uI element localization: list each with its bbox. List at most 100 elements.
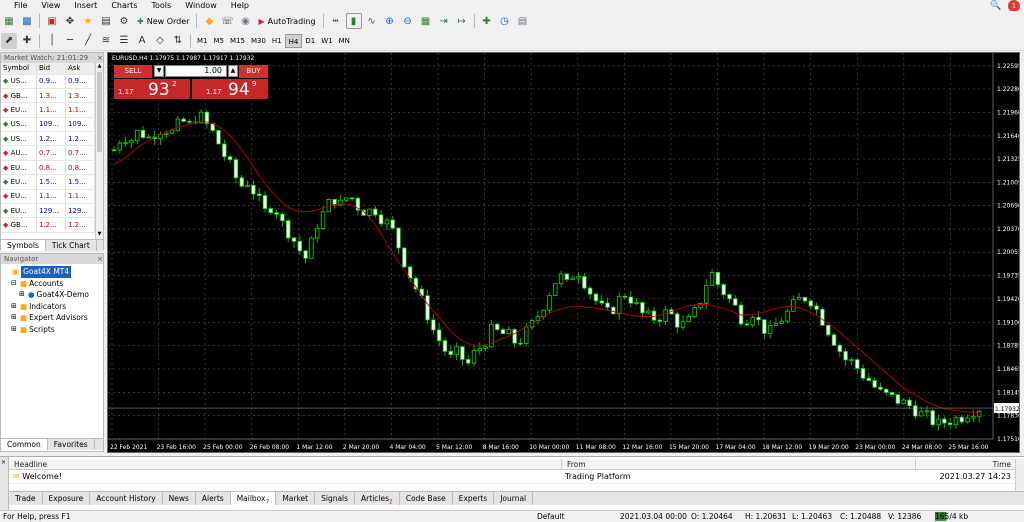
expand-icon[interactable]: ⊞ bbox=[11, 324, 20, 336]
buy-button[interactable]: BUY bbox=[239, 65, 268, 78]
menu-window[interactable]: Window bbox=[178, 0, 224, 11]
line-chart-icon[interactable]: ∿ bbox=[364, 13, 380, 29]
expand-icon[interactable]: ⊟ bbox=[11, 278, 20, 290]
metaeditor-icon[interactable]: ◆ bbox=[201, 13, 217, 29]
market-watch-row[interactable]: ◆ US... 1.2... 1.2... bbox=[1, 131, 95, 147]
col-headline[interactable]: Headline bbox=[9, 459, 561, 469]
tf-mn[interactable]: MN bbox=[336, 34, 353, 48]
arrows-icon[interactable]: ⇅ bbox=[170, 33, 186, 49]
tab-mailbox[interactable]: Mailbox7 bbox=[230, 492, 277, 506]
market-watch-row[interactable]: ◆ EU... 129... 129... bbox=[1, 203, 95, 219]
tab-symbols[interactable]: Symbols bbox=[1, 240, 46, 251]
col-from[interactable]: From bbox=[561, 459, 915, 469]
col-time[interactable]: Time bbox=[915, 459, 1015, 469]
profiles-icon[interactable]: ▩ bbox=[19, 13, 35, 29]
menu-insert[interactable]: Insert bbox=[67, 0, 104, 11]
periods-icon[interactable]: ◷ bbox=[497, 13, 513, 29]
tab-code-base[interactable]: Code Base bbox=[400, 492, 453, 505]
chart-window[interactable]: 1.22595 1.22280 1.21960 1.21640 1.21325 1.210… bbox=[107, 52, 1022, 453]
market-watch-row[interactable]: ◆ EU... 1.5... 1.5... bbox=[1, 174, 95, 190]
lot-up-icon[interactable]: ▲ bbox=[228, 65, 238, 77]
tf-w1[interactable]: W1 bbox=[318, 34, 335, 48]
trendline-icon[interactable]: ╱ bbox=[80, 33, 96, 49]
zoom-in-icon[interactable]: ⊕ bbox=[382, 13, 398, 29]
market-watch-row[interactable]: ◆ AU... 0.7... 0.7... bbox=[1, 145, 95, 161]
lot-size-input[interactable]: 1.00 bbox=[165, 65, 227, 77]
market-icon[interactable]: ◉ bbox=[237, 13, 253, 29]
expand-icon[interactable]: ⊞ bbox=[11, 301, 20, 313]
channel-icon[interactable]: ≋ bbox=[98, 33, 114, 49]
tab-journal[interactable]: Journal bbox=[494, 492, 534, 505]
menu-help[interactable]: Help bbox=[224, 0, 256, 11]
navigator-icon[interactable]: ★ bbox=[80, 13, 96, 29]
mail-row[interactable]: ✉ Welcome! Trading Platform 2021.03.27 1… bbox=[9, 470, 1015, 484]
tab-account-history[interactable]: Account History bbox=[90, 492, 163, 505]
sell-price-box[interactable]: 1.17 93 2 bbox=[114, 79, 190, 100]
market-watch-row[interactable]: ◆ US... 109... 109... bbox=[1, 117, 95, 133]
crosshair-icon[interactable]: ✚ bbox=[19, 33, 35, 49]
market-watch-icon[interactable]: ▣ bbox=[44, 13, 60, 29]
col-bid[interactable]: Bid bbox=[36, 63, 66, 75]
sell-button[interactable]: SELL bbox=[114, 65, 152, 78]
menu-tools[interactable]: Tools bbox=[144, 0, 178, 11]
tab-experts[interactable]: Experts bbox=[453, 492, 495, 505]
candlestick-icon[interactable]: ▮ bbox=[345, 13, 362, 29]
tab-exposure[interactable]: Exposure bbox=[43, 492, 91, 505]
tester-icon[interactable]: ⚙ bbox=[116, 13, 132, 29]
market-watch-row[interactable]: ◆ GB... 1.3... 1.3... bbox=[1, 88, 95, 104]
close-icon[interactable]: × bbox=[97, 53, 103, 63]
tab-market[interactable]: Market bbox=[276, 492, 316, 505]
buy-price-box[interactable]: 1.17 94 9 bbox=[192, 79, 268, 100]
tf-m1[interactable]: M1 bbox=[194, 34, 211, 48]
col-symbol[interactable]: Symbol bbox=[1, 63, 37, 75]
tab-trade[interactable]: Trade bbox=[9, 492, 43, 505]
lot-down-icon[interactable]: ▼ bbox=[154, 65, 164, 77]
new-chart-icon[interactable]: ▦ bbox=[1, 13, 17, 29]
navigator-item[interactable]: ⊞ ■ Indicators bbox=[1, 301, 103, 313]
market-watch-scrollbar[interactable]: ▲ ▼ bbox=[95, 63, 103, 239]
tab-alerts[interactable]: Alerts bbox=[196, 492, 231, 505]
price-chart[interactable]: 1.22595 1.22280 1.21960 1.21640 1.21325 1.210… bbox=[108, 53, 1022, 452]
autoscroll-icon[interactable]: ⇥ bbox=[436, 13, 452, 29]
tf-m15[interactable]: M15 bbox=[227, 34, 248, 48]
data-window-icon[interactable]: ✥ bbox=[62, 13, 78, 29]
templates-icon[interactable]: ▤ bbox=[515, 13, 531, 29]
tab-tick-chart[interactable]: Tick Chart bbox=[46, 240, 97, 251]
market-watch-row[interactable]: ◆ GB... 1.2... 1.2... bbox=[1, 217, 95, 233]
tf-m5[interactable]: M5 bbox=[211, 34, 228, 48]
close-icon[interactable]: × bbox=[97, 254, 103, 264]
terminal-icon[interactable]: ▤ bbox=[98, 13, 114, 29]
navigator-item[interactable]: ▣ Goat4X MT4 bbox=[1, 266, 103, 278]
close-icon[interactable]: × bbox=[1, 459, 6, 466]
market-watch-row[interactable]: ◆ EU... 1.1... 1.1... bbox=[1, 102, 95, 118]
bar-chart-icon[interactable]: ┅ bbox=[328, 13, 344, 29]
tf-h4[interactable]: H4 bbox=[284, 33, 303, 48]
terminal-side-tab[interactable]: × bbox=[0, 457, 9, 511]
zoom-out-icon[interactable]: ⊖ bbox=[400, 13, 416, 29]
indicators-icon[interactable]: ✚ bbox=[479, 13, 495, 29]
horizontal-line-icon[interactable]: ─ bbox=[62, 33, 78, 49]
notifications-badge[interactable]: 1 bbox=[1008, 0, 1020, 12]
tab-articles[interactable]: Articles2 bbox=[355, 492, 400, 506]
navigator-item[interactable]: ⊞ ■ Scripts bbox=[1, 324, 103, 336]
chart-shift-icon[interactable]: ↦ bbox=[454, 13, 470, 29]
menu-charts[interactable]: Charts bbox=[104, 0, 144, 11]
tf-d1[interactable]: D1 bbox=[302, 34, 318, 48]
tf-h1[interactable]: H1 bbox=[269, 34, 285, 48]
menu-file[interactable]: File bbox=[0, 0, 34, 11]
col-ask[interactable]: Ask bbox=[65, 63, 95, 75]
vertical-line-icon[interactable]: │ bbox=[44, 33, 60, 49]
autotrading-button[interactable]: ▶ AutoTrading bbox=[254, 13, 319, 29]
new-order-button[interactable]: ✚ New Order bbox=[133, 13, 193, 29]
tab-news[interactable]: News bbox=[163, 492, 196, 505]
tab-signals[interactable]: Signals bbox=[315, 492, 356, 505]
expand-icon[interactable]: ⊞ bbox=[19, 289, 28, 301]
market-watch-row[interactable]: ◆ EU... 0.8... 0.8... bbox=[1, 160, 95, 176]
label-icon[interactable]: ◇ bbox=[152, 33, 168, 49]
signals-icon[interactable]: ☏ bbox=[219, 13, 235, 29]
navigator-item[interactable]: ⊞ ■ Expert Advisors bbox=[1, 312, 103, 324]
market-watch-row[interactable]: ◆ US... 0.9... 0.9... bbox=[1, 74, 95, 89]
menu-view[interactable]: View bbox=[34, 0, 67, 11]
navigator-item[interactable]: ⊟ ■ Accounts bbox=[1, 278, 103, 290]
tab-favorites[interactable]: Favorites bbox=[48, 439, 95, 450]
